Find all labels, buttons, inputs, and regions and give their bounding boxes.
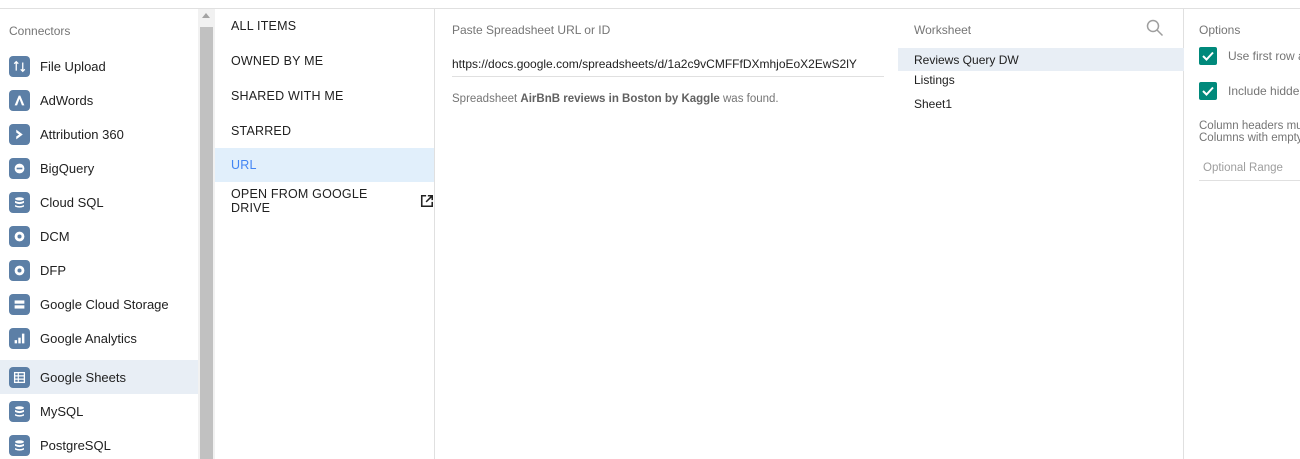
connector-label: Google Cloud Storage (40, 296, 169, 312)
source-shared-with-me[interactable]: SHARED WITH ME (215, 79, 434, 113)
include-hidden-checkbox[interactable] (1199, 82, 1217, 100)
adwords-icon (9, 89, 30, 111)
use-first-row-option[interactable]: Use first row as headers (1199, 47, 1300, 65)
found-prefix: Spreadsheet (452, 93, 521, 105)
source-owned-by-me[interactable]: OWNED BY ME (215, 44, 434, 78)
dcm-icon (9, 225, 30, 247)
connectors-scrollbar[interactable] (198, 9, 215, 459)
search-icon[interactable] (1146, 19, 1164, 37)
connector-label: BigQuery (40, 160, 95, 176)
note-line-1: Column headers must be unique. (1199, 120, 1300, 132)
use-first-row-checkbox[interactable] (1199, 47, 1217, 65)
spreadsheet-name: AirBnB reviews in Boston by Kaggle (520, 93, 720, 105)
connector-mysql[interactable]: MySQL (0, 394, 198, 428)
connector-label: Google Analytics (40, 330, 137, 346)
storage-icon (9, 293, 30, 315)
worksheet-label: Worksheet (914, 23, 972, 37)
connector-label: AdWords (40, 92, 94, 108)
connector-adwords[interactable]: AdWords (0, 83, 198, 117)
source-all-items[interactable]: ALL ITEMS (215, 9, 434, 43)
checkmark-icon (1202, 86, 1214, 96)
connector-label: PostgreSQL (40, 437, 111, 453)
worksheet-item[interactable]: Sheet1 (898, 95, 1184, 113)
source-starred[interactable]: STARRED (215, 114, 434, 148)
connector-google-cloud-storage[interactable]: Google Cloud Storage (0, 287, 198, 321)
worksheet-panel: Worksheet Reviews Query DW Listings Shee… (898, 9, 1184, 459)
sources-panel: ALL ITEMS OWNED BY ME SHARED WITH ME STA… (215, 9, 435, 459)
options-label: Options (1199, 23, 1241, 37)
connector-bigquery[interactable]: BigQuery (0, 151, 198, 185)
database-icon (9, 434, 30, 456)
connector-label: MySQL (40, 403, 84, 419)
connector-dfp[interactable]: DFP (0, 253, 198, 287)
worksheet-item[interactable]: Listings (898, 71, 1184, 89)
column-headers-note: Column headers must be unique. Columns w… (1199, 120, 1300, 144)
connector-label: DCM (40, 228, 70, 244)
source-open-from-drive-label: OPEN FROM GOOGLE DRIVE (231, 187, 368, 215)
connector-label: DFP (40, 262, 66, 278)
optional-range-input[interactable] (1199, 155, 1300, 181)
connector-label: Cloud SQL (40, 194, 104, 210)
use-first-row-label: Use first row as headers (1228, 49, 1300, 63)
upload-icon (9, 55, 30, 77)
worksheet-item[interactable]: Reviews Query DW (898, 48, 1184, 71)
sheets-icon (9, 366, 30, 388)
connectors-header: Connectors (9, 24, 71, 38)
database-icon (9, 191, 30, 213)
connector-postgresql[interactable]: PostgreSQL (0, 428, 198, 459)
note-line-2: Columns with empty headers will not be a… (1199, 132, 1300, 144)
bigquery-icon (9, 157, 30, 179)
connector-google-analytics[interactable]: Google Analytics (0, 321, 198, 355)
attribution-icon (9, 123, 30, 145)
analytics-icon (9, 327, 30, 349)
connector-cloud-sql[interactable]: Cloud SQL (0, 185, 198, 219)
options-panel: Options Use first row as headers Include… (1185, 9, 1300, 459)
scroll-thumb[interactable] (200, 27, 213, 459)
include-hidden-label: Include hidden and filtered cells (1228, 84, 1300, 98)
scroll-up-arrow[interactable] (202, 13, 210, 18)
dfp-icon (9, 259, 30, 281)
found-suffix: was found. (719, 93, 779, 105)
connector-label: File Upload (40, 58, 106, 74)
external-link-icon (420, 194, 434, 208)
connector-label: Attribution 360 (40, 126, 124, 142)
connector-google-sheets[interactable]: Google Sheets (0, 360, 198, 394)
connector-file-upload[interactable]: File Upload (0, 49, 198, 83)
connector-dcm[interactable]: DCM (0, 219, 198, 253)
connectors-panel: Connectors File Upload AdWords Attributi… (0, 9, 198, 459)
database-icon (9, 400, 30, 422)
connector-attribution-360[interactable]: Attribution 360 (0, 117, 198, 151)
url-panel: Paste Spreadsheet URL or ID Spreadsheet … (436, 9, 898, 459)
checkmark-icon (1202, 51, 1214, 61)
connector-label: Google Sheets (40, 369, 127, 385)
source-open-from-drive[interactable]: OPEN FROM GOOGLE DRIVE (215, 184, 434, 218)
source-url[interactable]: URL (215, 148, 434, 182)
found-message: Spreadsheet AirBnB reviews in Boston by … (452, 93, 779, 105)
include-hidden-option[interactable]: Include hidden and filtered cells (1199, 82, 1300, 100)
url-label: Paste Spreadsheet URL or ID (452, 23, 611, 37)
spreadsheet-url-input[interactable] (452, 51, 884, 77)
